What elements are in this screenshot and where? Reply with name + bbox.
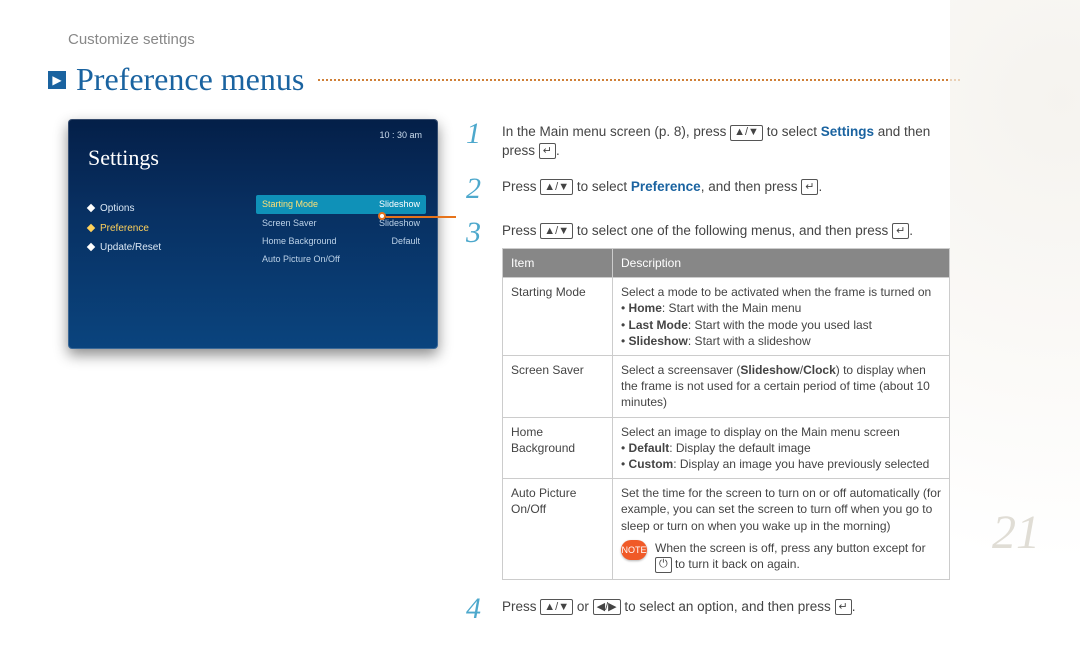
screenshot-right-menu: Starting Mode Slideshow Screen SaverSlid… bbox=[256, 195, 426, 268]
breadcrumb: Customize settings bbox=[0, 0, 1080, 58]
enter-key-icon: ↵ bbox=[801, 179, 818, 195]
left-item: Update/Reset bbox=[88, 238, 161, 258]
callout-dot-icon bbox=[378, 212, 386, 220]
updown-key-icon: ▲/▼ bbox=[540, 599, 573, 615]
step-number: 3 bbox=[466, 218, 490, 580]
right-item-active: Starting Mode Slideshow bbox=[256, 195, 426, 213]
table-row: Starting Mode Select a mode to be activa… bbox=[503, 278, 950, 356]
step-1: 1 In the Main menu screen (p. 8), press … bbox=[466, 119, 950, 159]
table-row: Home Background Select an image to displ… bbox=[503, 417, 950, 479]
page-number: 21 bbox=[992, 501, 1040, 566]
table-row: Auto Picture On/Off Set the time for the… bbox=[503, 479, 950, 580]
heading-bullet-icon: ▶ bbox=[48, 71, 66, 89]
power-key-icon: ⏻ bbox=[655, 557, 672, 573]
page-decoration bbox=[950, 0, 1080, 666]
step-number: 4 bbox=[466, 594, 490, 624]
screenshot-left-menu: Options Preference Update/Reset bbox=[88, 199, 161, 258]
note: NOTE When the screen is off, press any b… bbox=[621, 540, 941, 573]
step-body: Press ▲/▼ or ◀/▶ to select an option, an… bbox=[502, 594, 855, 624]
updown-key-icon: ▲/▼ bbox=[730, 125, 763, 141]
table-header: Description bbox=[613, 249, 950, 278]
leftright-key-icon: ◀/▶ bbox=[593, 599, 621, 615]
enter-key-icon: ↵ bbox=[835, 599, 852, 615]
step-3: 3 Press ▲/▼ to select one of the followi… bbox=[466, 218, 950, 580]
step-body: Press ▲/▼ to select Preference, and then… bbox=[502, 174, 822, 204]
callout-line bbox=[386, 216, 456, 218]
screenshot-heading: Settings bbox=[88, 143, 438, 173]
right-item: Auto Picture On/Off bbox=[256, 250, 426, 268]
left-item: Options bbox=[88, 199, 161, 219]
settings-screenshot: 10 : 30 am Settings Options Preference U… bbox=[68, 119, 438, 349]
note-icon: NOTE bbox=[621, 540, 647, 560]
heading-row: ▶ Preference menus bbox=[0, 58, 1080, 101]
heading-dots bbox=[318, 79, 960, 81]
right-item: Home BackgroundDefault bbox=[256, 232, 426, 250]
enter-key-icon: ↵ bbox=[892, 223, 909, 239]
updown-key-icon: ▲/▼ bbox=[540, 179, 573, 195]
table-header-row: Item Description bbox=[503, 249, 950, 278]
step-body: Press ▲/▼ to select one of the following… bbox=[502, 218, 950, 580]
content: 10 : 30 am Settings Options Preference U… bbox=[0, 101, 1080, 637]
step-2: 2 Press ▲/▼ to select Preference, and th… bbox=[466, 174, 950, 204]
step-4: 4 Press ▲/▼ or ◀/▶ to select an option, … bbox=[466, 594, 950, 624]
updown-key-icon: ▲/▼ bbox=[540, 223, 573, 239]
table-row: Screen Saver Select a screensaver (Slide… bbox=[503, 356, 950, 418]
description-table: Item Description Starting Mode Select a … bbox=[502, 248, 950, 580]
step-number: 1 bbox=[466, 119, 490, 159]
step-number: 2 bbox=[466, 174, 490, 204]
step-body: In the Main menu screen (p. 8), press ▲/… bbox=[502, 119, 950, 159]
screenshot-clock: 10 : 30 am bbox=[379, 129, 422, 141]
page-title: Preference menus bbox=[76, 58, 304, 101]
steps: 1 In the Main menu screen (p. 8), press … bbox=[466, 119, 950, 637]
table-header: Item bbox=[503, 249, 613, 278]
left-item-active: Preference bbox=[88, 219, 161, 239]
enter-key-icon: ↵ bbox=[539, 143, 556, 159]
